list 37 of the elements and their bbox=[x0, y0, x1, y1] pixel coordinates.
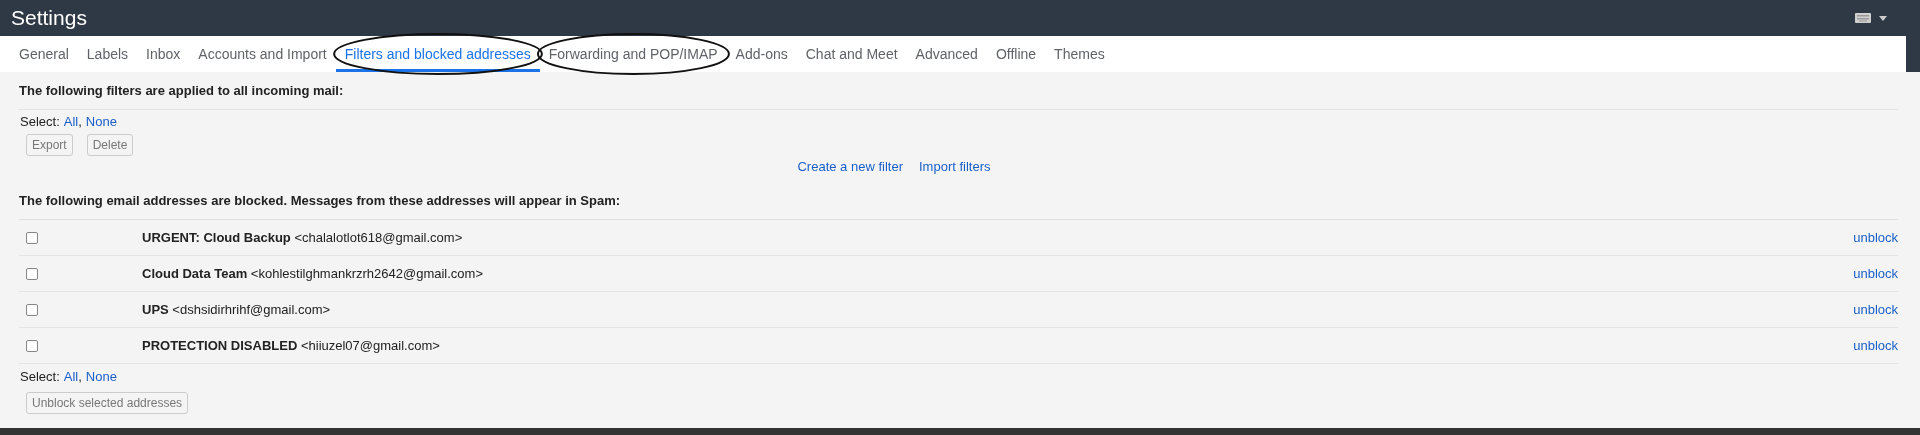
select-none-link[interactable]: None bbox=[85, 111, 117, 131]
unblock-link[interactable]: unblock bbox=[1853, 335, 1898, 356]
settings-tab[interactable]: Inbox bbox=[137, 36, 190, 72]
filter-link[interactable]: Import filters bbox=[919, 157, 991, 177]
page-title: Settings bbox=[11, 5, 87, 32]
action-button[interactable]: Export bbox=[26, 134, 73, 156]
unblock-selected-button[interactable]: Unblock selected addresses bbox=[26, 391, 189, 414]
comma: , bbox=[78, 368, 82, 386]
settings-tab[interactable]: General bbox=[10, 36, 78, 72]
unblock-link[interactable]: unblock bbox=[1853, 263, 1898, 284]
select-label: Select: bbox=[20, 368, 60, 386]
action-button[interactable]: Delete bbox=[86, 134, 134, 156]
row-checkbox[interactable] bbox=[26, 231, 38, 244]
blocked-sender: PROTECTION DISABLED <hiiuzel07@gmail.com> bbox=[142, 336, 440, 355]
select-label: Select: bbox=[20, 112, 60, 131]
keyboard-icon[interactable] bbox=[1855, 13, 1871, 23]
unblock-link[interactable]: unblock bbox=[1853, 299, 1898, 320]
comma: , bbox=[78, 112, 82, 131]
filter-link[interactable]: Create a new filter bbox=[797, 157, 903, 177]
row-checkbox[interactable] bbox=[26, 339, 38, 352]
settings-tab[interactable]: Accounts and Import bbox=[189, 36, 336, 72]
blocked-sender: UPS <dshsidirhrihf@gmail.com> bbox=[142, 300, 331, 319]
settings-tab[interactable]: Advanced bbox=[906, 36, 987, 72]
blocked-sender: URGENT: Cloud Backup <chalalotlot618@gmail.com> bbox=[142, 228, 463, 247]
blocked-sender: Cloud Data Team <kohlestilghmankrzrh2642@gmail.com> bbox=[142, 264, 483, 283]
unblock-link[interactable]: unblock bbox=[1853, 227, 1898, 248]
settings-tab[interactable]: Chat and Meet bbox=[796, 36, 907, 72]
select-none-link[interactable]: None bbox=[85, 367, 117, 387]
settings-tab[interactable]: Labels bbox=[77, 36, 138, 72]
row-checkbox[interactable] bbox=[26, 267, 38, 280]
row-checkbox[interactable] bbox=[26, 303, 38, 316]
settings-tab[interactable]: Offline bbox=[986, 36, 1046, 72]
settings-tab[interactable]: Themes bbox=[1045, 36, 1114, 72]
blocked-heading: The following email addresses are blocked. Messages from these addresses will appear in Spam: bbox=[19, 190, 1898, 220]
settings-tab[interactable]: Add-ons bbox=[726, 36, 797, 72]
filters-heading: The following filters are applied to all incoming mail: bbox=[19, 81, 1898, 110]
caret-icon[interactable] bbox=[1879, 15, 1887, 21]
